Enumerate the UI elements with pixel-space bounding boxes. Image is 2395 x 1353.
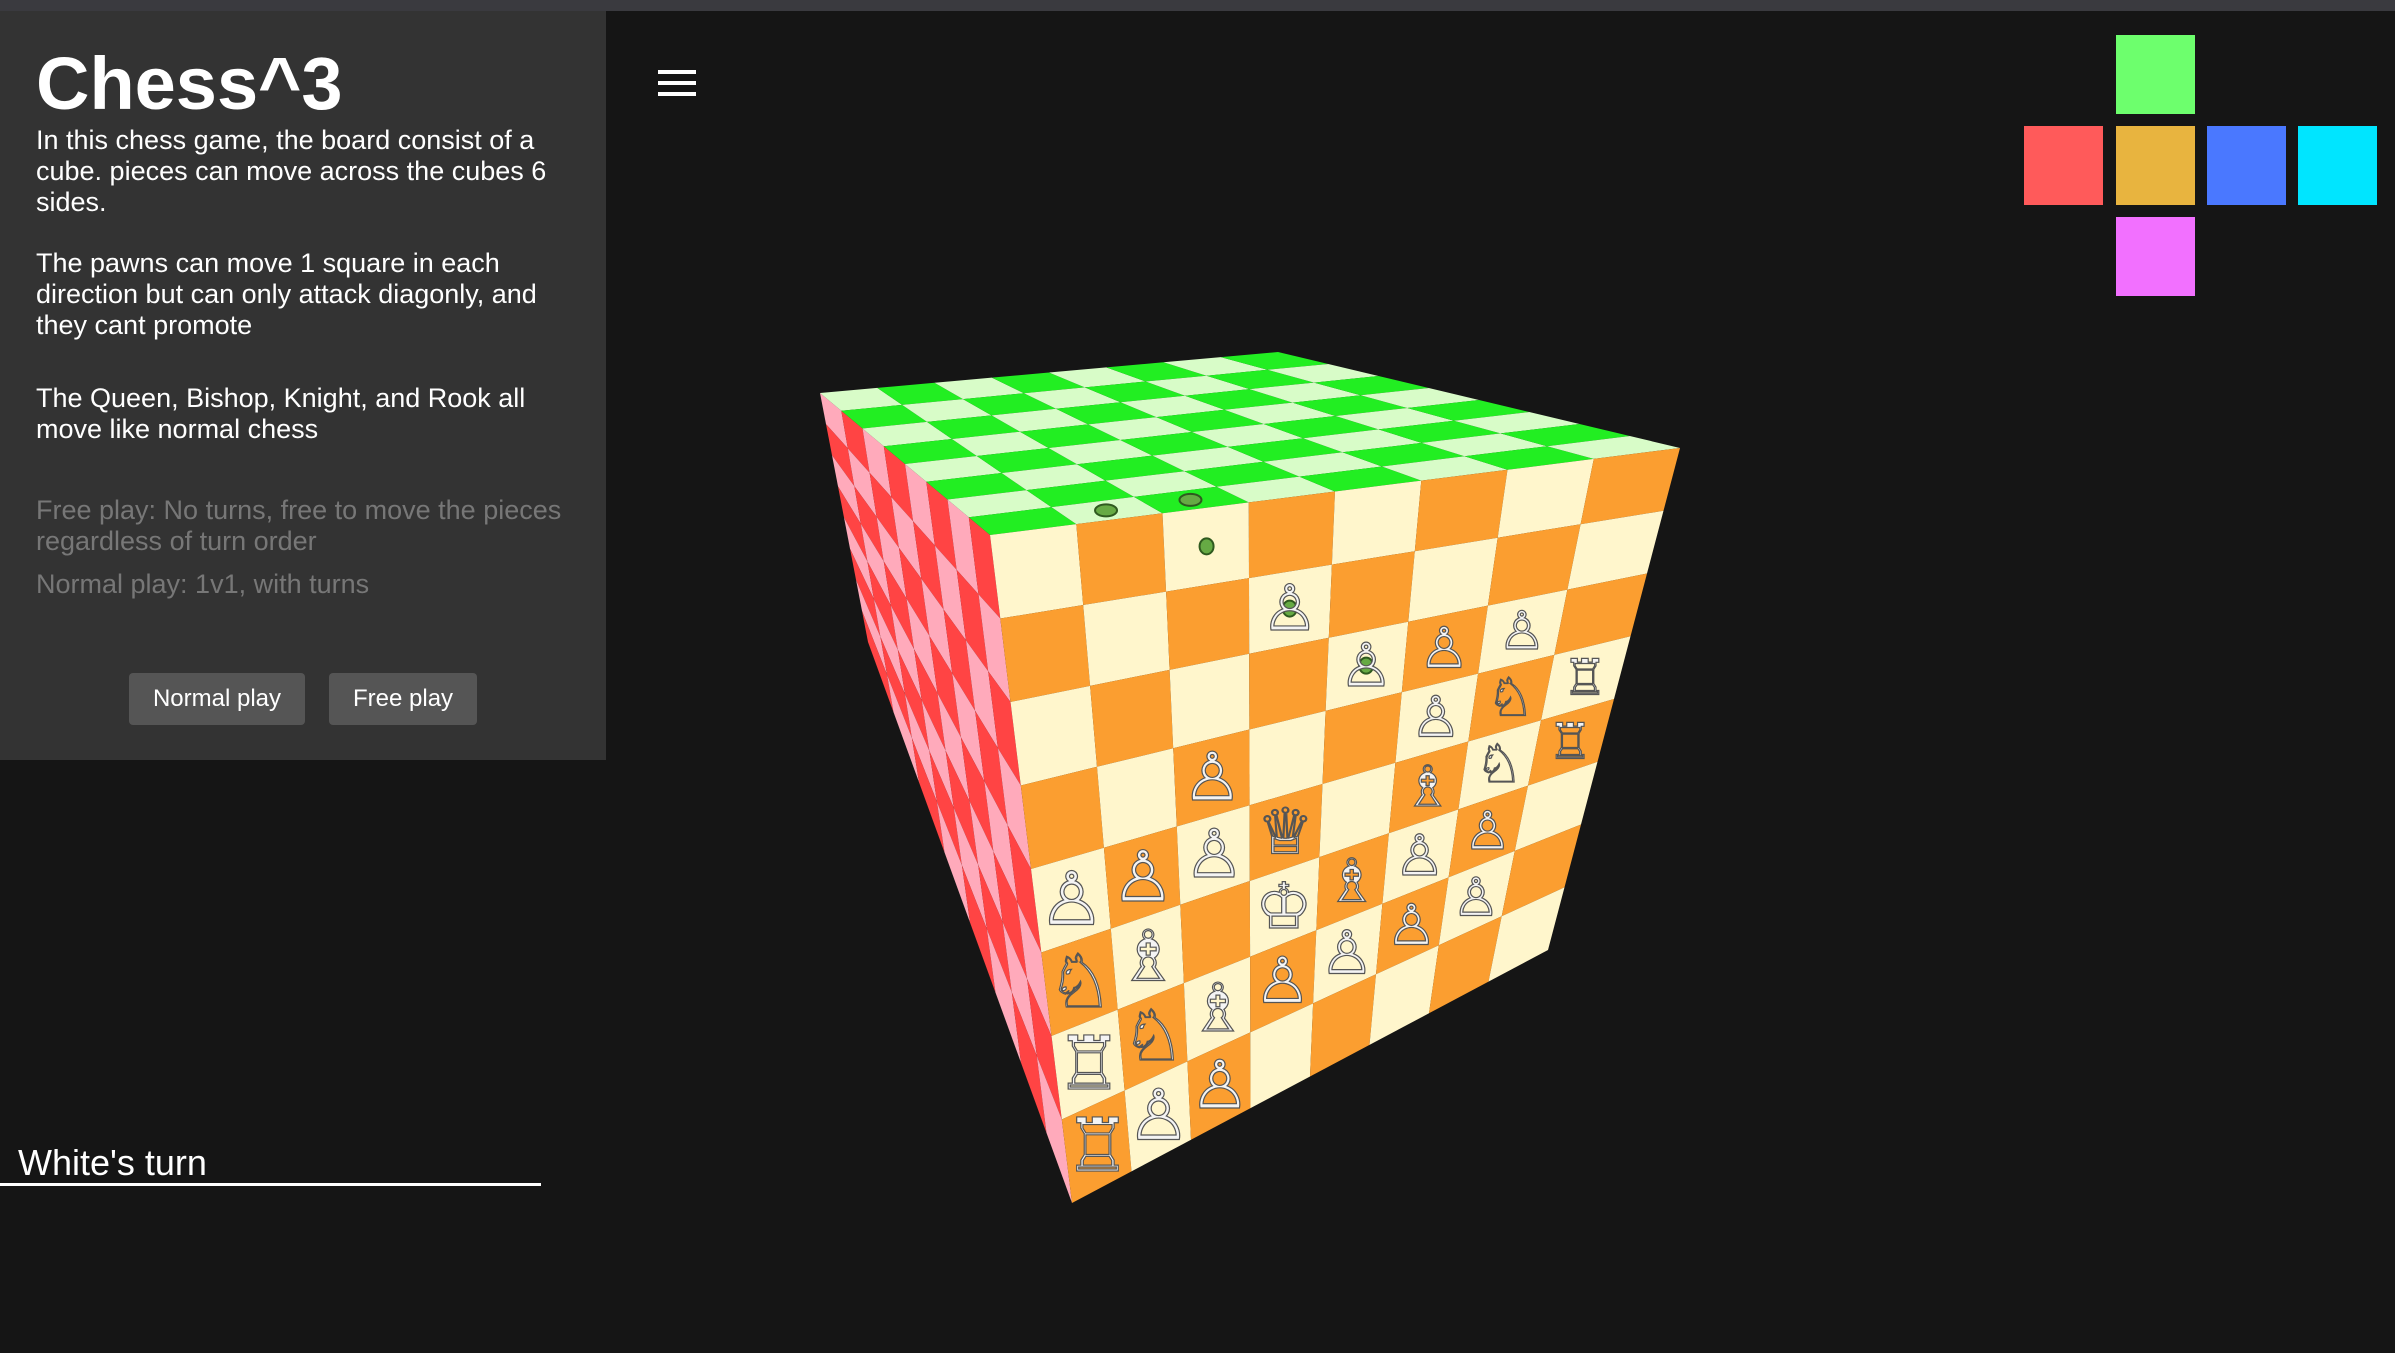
white-knight-piece[interactable]: ♘ bbox=[1121, 995, 1185, 1078]
front-face-square[interactable] bbox=[1248, 491, 1335, 579]
white-pawn-piece[interactable]: ♙ bbox=[1339, 630, 1394, 701]
white-rook-piece[interactable]: ♖ bbox=[1562, 648, 1608, 707]
white-pawn-piece[interactable]: ♙ bbox=[1111, 835, 1175, 918]
front-face-square[interactable] bbox=[1083, 591, 1170, 686]
white-pawn-piece[interactable]: ♙ bbox=[1038, 856, 1106, 943]
white-bishop-piece[interactable]: ♗ bbox=[1187, 969, 1248, 1048]
white-pawn-piece[interactable]: ♙ bbox=[1182, 738, 1243, 817]
front-face-square[interactable] bbox=[1076, 513, 1167, 605]
front-face-square[interactable] bbox=[1331, 480, 1422, 565]
white-pawn-piece[interactable]: ♙ bbox=[1386, 893, 1438, 959]
front-face-square[interactable] bbox=[1166, 578, 1250, 670]
white-knight-piece[interactable]: ♘ bbox=[1486, 667, 1535, 729]
white-pawn-piece[interactable]: ♙ bbox=[1410, 685, 1462, 751]
white-pawn-piece[interactable]: ♙ bbox=[1394, 824, 1446, 890]
white-pawn-piece[interactable]: ♙ bbox=[1452, 867, 1501, 929]
white-pawn-piece[interactable]: ♙ bbox=[1418, 616, 1470, 682]
white-pawn-piece[interactable]: ♙ bbox=[1261, 571, 1319, 646]
white-pawn-piece[interactable]: ♙ bbox=[1183, 815, 1244, 894]
white-pawn-piece[interactable]: ♙ bbox=[1253, 943, 1311, 1018]
white-pawn-piece[interactable]: ♙ bbox=[1189, 1046, 1250, 1125]
white-pawn-piece[interactable]: ♙ bbox=[1126, 1074, 1190, 1157]
white-pawn-piece[interactable]: ♙ bbox=[1463, 800, 1512, 862]
white-bishop-piece[interactable]: ♗ bbox=[1402, 754, 1454, 820]
white-knight-piece[interactable]: ♘ bbox=[1475, 734, 1524, 796]
white-queen-piece[interactable]: ♕ bbox=[1256, 794, 1314, 869]
chess-cube-board[interactable]: ♙♙ ♙ ♙♙♙ ♘ ♖♙ ♙ ♙ ♕♗ ♘ ♖♘ ♗♔ ♗ ♙ ♙♖ ♘ ♗ ♙ ♙ ♙ ♙♖♙ ♙ bbox=[0, 0, 2395, 1353]
white-bishop-piece[interactable]: ♗ bbox=[1116, 915, 1180, 998]
white-pawn-piece[interactable]: ♙ bbox=[1498, 600, 1547, 662]
move-hint-dot[interactable] bbox=[1178, 492, 1203, 507]
front-face-square[interactable] bbox=[1580, 448, 1680, 525]
white-king-piece[interactable]: ♔ bbox=[1255, 868, 1313, 943]
move-hint-dot[interactable] bbox=[1198, 537, 1215, 556]
front-face-square[interactable] bbox=[1000, 605, 1091, 702]
white-knight-piece[interactable]: ♘ bbox=[1047, 938, 1115, 1025]
front-face-square[interactable] bbox=[990, 524, 1084, 619]
white-pawn-piece[interactable]: ♙ bbox=[1319, 918, 1374, 989]
move-hint-dot[interactable] bbox=[1094, 503, 1119, 518]
white-rook-piece[interactable]: ♖ bbox=[1055, 1020, 1123, 1107]
white-rook-piece[interactable]: ♖ bbox=[1547, 712, 1593, 771]
white-rook-piece[interactable]: ♖ bbox=[1064, 1103, 1132, 1190]
white-bishop-piece[interactable]: ♗ bbox=[1324, 846, 1379, 917]
